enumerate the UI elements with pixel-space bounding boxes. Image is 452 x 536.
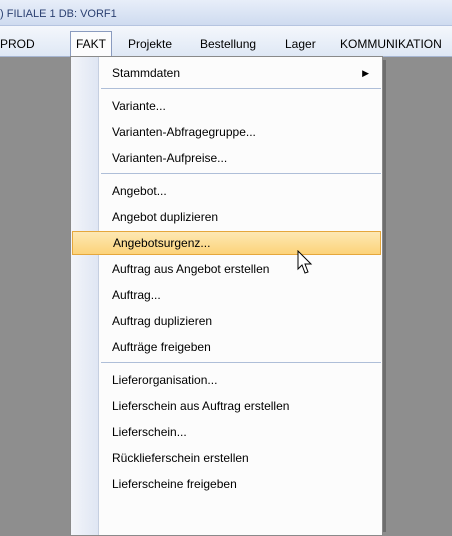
menu-separator: [101, 88, 381, 89]
menu-item-label: Stammdaten: [112, 66, 181, 80]
menu-item-stammdaten[interactable]: Stammdaten ▶: [72, 61, 381, 85]
menu-projekte[interactable]: Projekte: [128, 35, 172, 53]
menu-item-angebot-duplizieren[interactable]: Angebot duplizieren: [72, 205, 381, 229]
menu-separator: [101, 362, 381, 363]
window-title-bar: ) FILIALE 1 DB: VORF1: [0, 0, 452, 26]
menu-item-lieferscheine-freigeben[interactable]: Lieferscheine freigeben: [72, 472, 381, 496]
menu-bestellung[interactable]: Bestellung: [200, 35, 256, 53]
menu-fakt[interactable]: FAKT: [70, 31, 113, 57]
submenu-arrow-icon: ▶: [362, 68, 369, 78]
menu-item-ruecklieferschein[interactable]: Rücklieferschein erstellen: [72, 446, 381, 470]
menu-item-lieferschein[interactable]: Lieferschein...: [72, 420, 381, 444]
menu-item-variante[interactable]: Variante...: [72, 94, 381, 118]
menu-item-auftrag-aus-angebot[interactable]: Auftrag aus Angebot erstellen: [72, 257, 381, 281]
dropdown-shadow: [383, 60, 386, 532]
menu-item-angebotsurgenz[interactable]: Angebotsurgenz...: [72, 231, 381, 255]
menu-kommunikation[interactable]: KOMMUNIKATION: [340, 35, 442, 53]
menu-item-varianten-abfragegruppe[interactable]: Varianten-Abfragegruppe...: [72, 120, 381, 144]
menu-item-lieferschein-aus-auftrag[interactable]: Lieferschein aus Auftrag erstellen: [72, 394, 381, 418]
window-title: ) FILIALE 1 DB: VORF1: [0, 8, 117, 20]
menu-lager[interactable]: Lager: [285, 35, 316, 53]
menu-item-angebot[interactable]: Angebot...: [72, 179, 381, 203]
menu-separator: [101, 173, 381, 174]
menu-item-auftrag[interactable]: Auftrag...: [72, 283, 381, 307]
menu-item-varianten-aufpreise[interactable]: Varianten-Aufpreise...: [72, 146, 381, 170]
menu-item-auftraege-freigeben[interactable]: Aufträge freigeben: [72, 335, 381, 359]
mouse-cursor-icon: [297, 250, 313, 274]
fakt-dropdown-menu: Stammdaten ▶ Variante... Varianten-Abfra…: [70, 56, 383, 536]
menu-prod[interactable]: PROD: [0, 35, 35, 53]
menu-item-auftrag-duplizieren[interactable]: Auftrag duplizieren: [72, 309, 381, 333]
menu-item-lieferorganisation[interactable]: Lieferorganisation...: [72, 368, 381, 392]
menu-bar: PROD FAKT Projekte Bestellung Lager KOMM…: [0, 26, 452, 57]
